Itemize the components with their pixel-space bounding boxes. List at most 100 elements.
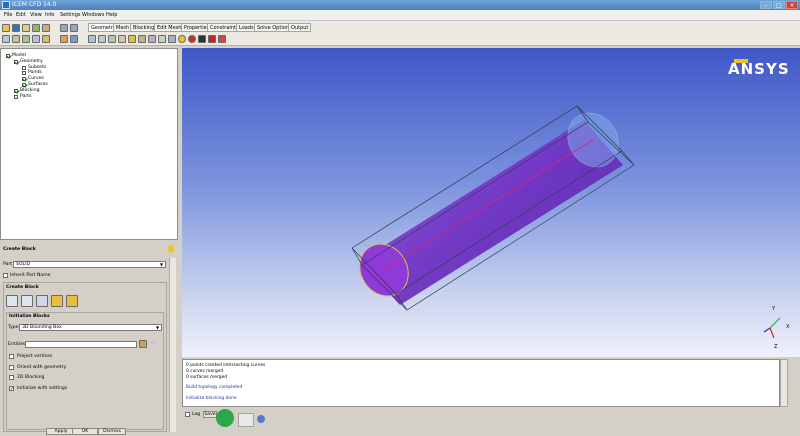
message-line: 0 curves merged	[186, 369, 224, 374]
blocking-tool-13-icon[interactable]	[208, 35, 216, 43]
redo-icon[interactable]	[70, 24, 78, 32]
3d-to-2d-icon[interactable]	[66, 295, 78, 307]
cylinder-model	[351, 105, 635, 311]
2d-blocking-checkbox[interactable]	[9, 375, 14, 380]
panel-scrollbar[interactable]	[169, 258, 176, 432]
archive-icon[interactable]	[42, 24, 50, 32]
tree-checkbox-curves[interactable]	[22, 77, 26, 81]
blocking-tool-5-icon[interactable]	[128, 35, 136, 43]
message-window: 0 points created intersecting curves 0 c…	[182, 359, 780, 407]
type-label: Type	[8, 325, 19, 330]
menu-info[interactable]: Info	[45, 12, 54, 18]
save-button[interactable]: Save	[203, 411, 217, 418]
more-icon[interactable]: ···	[151, 341, 155, 346]
project-vertices-checkbox[interactable]	[9, 354, 14, 359]
log-label: Log	[192, 412, 201, 417]
tree-checkbox-geometry[interactable]	[14, 60, 18, 64]
tree-checkbox-surfaces[interactable]	[22, 83, 26, 87]
network-icon	[257, 415, 265, 423]
menu-edit[interactable]: Edit	[16, 12, 26, 18]
close-icon[interactable]: ×	[786, 1, 798, 9]
initialize-with-settings-label: Initialize with settings	[17, 386, 68, 391]
initialize-block-icon[interactable]	[6, 295, 18, 307]
help-bulb-icon[interactable]	[168, 245, 174, 253]
menu-help[interactable]: Help	[106, 12, 117, 18]
blocking-tool-8-icon[interactable]	[158, 35, 166, 43]
chevron-down-icon[interactable]: ▼	[160, 262, 163, 267]
message-line: Build topology completed	[186, 385, 243, 390]
fit-view-icon[interactable]	[2, 35, 10, 43]
blocking-tool-12-icon[interactable]	[198, 35, 206, 43]
tree-checkbox-subsets[interactable]	[22, 66, 26, 70]
app-icon	[2, 1, 10, 9]
tree-checkbox-model[interactable]	[6, 54, 10, 58]
tree-item-model[interactable]: Model	[12, 53, 26, 58]
entities-input[interactable]	[25, 341, 137, 348]
select-entities-icon[interactable]	[139, 340, 147, 348]
tab-output[interactable]: Output	[288, 23, 312, 32]
tree-item-geometry[interactable]: Geometry	[20, 59, 43, 64]
save-icon[interactable]	[12, 24, 20, 32]
blocking-tool-10-icon[interactable]	[178, 35, 186, 43]
tree-checkbox-points[interactable]	[22, 71, 26, 75]
orient-with-geometry-checkbox[interactable]	[9, 365, 14, 370]
tree-item-curves[interactable]: Curves	[28, 76, 44, 81]
blocking-tool-11-icon[interactable]	[188, 35, 196, 43]
toolbar: Geometry Mesh Blocking Edit Mesh Propert…	[0, 21, 800, 46]
axis-y-label: Y	[772, 306, 776, 312]
zoom-icon[interactable]	[12, 35, 20, 43]
part-select[interactable]: SOLID	[13, 261, 166, 268]
blocking-tool-9-icon[interactable]	[168, 35, 176, 43]
type-value: 3D Bounding Box	[22, 325, 62, 330]
from-vertices-icon[interactable]	[21, 295, 33, 307]
tree-checkbox-parts[interactable]	[14, 95, 18, 99]
blocking-tool-3-icon[interactable]	[108, 35, 116, 43]
undo-icon[interactable]	[60, 24, 68, 32]
model-tree: Model Geometry Subsets Points Curves Sur…	[0, 48, 178, 240]
menu-windows[interactable]: Windows	[82, 12, 104, 18]
menu-file[interactable]: File	[4, 12, 12, 18]
select-icon[interactable]	[42, 35, 50, 43]
blocking-tool-7-icon[interactable]	[148, 35, 156, 43]
tree-item-points[interactable]: Points	[28, 70, 42, 75]
progress-meter-icon	[238, 413, 254, 427]
cube-icon[interactable]	[70, 35, 78, 43]
initialize-with-settings-checkbox[interactable]: ✓	[9, 386, 14, 392]
import-icon[interactable]	[22, 24, 30, 32]
ok-button[interactable]: OK	[72, 428, 98, 435]
axis-z-label: Z	[774, 344, 778, 350]
log-checkbox[interactable]	[185, 412, 190, 417]
blocking-tool-4-icon[interactable]	[118, 35, 126, 43]
measure-icon[interactable]	[22, 35, 30, 43]
blocking-tool-6-icon[interactable]	[138, 35, 146, 43]
message-line: 0 surfaces merged	[186, 375, 228, 380]
export-icon[interactable]	[32, 24, 40, 32]
block-icon[interactable]	[60, 35, 68, 43]
axis-triad-icon	[763, 317, 781, 339]
cylinder-axis-curve	[383, 139, 594, 271]
inherit-part-name-checkbox[interactable]	[3, 273, 8, 278]
minimize-icon[interactable]: –	[760, 1, 772, 9]
graphics-viewport[interactable]: ANSYS Y X Z	[182, 48, 800, 357]
tree-checkbox-blocking[interactable]	[14, 89, 18, 93]
open-icon[interactable]	[2, 24, 10, 32]
tree-item-blocking[interactable]: Blocking	[20, 88, 40, 93]
tree-item-parts[interactable]: Parts	[20, 94, 31, 99]
dismiss-button[interactable]: Dismiss	[98, 428, 126, 435]
display-icon[interactable]	[32, 35, 40, 43]
tab-edit-mesh[interactable]: Edit Mesh	[154, 23, 185, 32]
type-select[interactable]: 3D Bounding Box	[19, 324, 162, 331]
2d-to-3d-icon[interactable]	[51, 295, 63, 307]
extrude-face-icon[interactable]	[36, 295, 48, 307]
blocking-tool-14-icon[interactable]	[218, 35, 226, 43]
blocking-tool-1-icon[interactable]	[88, 35, 96, 43]
message-scrollbar[interactable]	[780, 359, 788, 407]
type-chevron-down-icon[interactable]: ▼	[156, 325, 159, 330]
message-controls: Log Save	[182, 407, 800, 436]
title-bar: ICEM CFD 14.0 – □ ×	[0, 0, 800, 10]
tree-item-surfaces[interactable]: Surfaces	[28, 82, 48, 87]
maximize-icon[interactable]: □	[773, 1, 785, 9]
blocking-tool-2-icon[interactable]	[98, 35, 106, 43]
menu-view[interactable]: View	[30, 12, 42, 18]
menu-settings[interactable]: Settings	[60, 12, 81, 18]
